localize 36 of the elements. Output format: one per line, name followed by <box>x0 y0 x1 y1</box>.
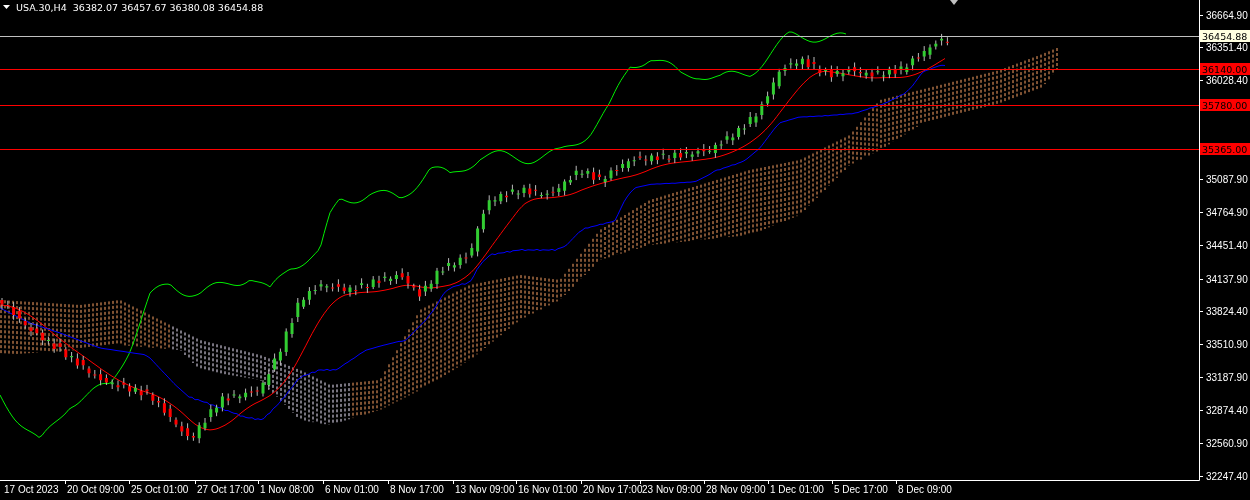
price-level-label: 35780.00 <box>1200 99 1250 111</box>
time-axis-label: 25 Oct 01:00 <box>131 484 189 495</box>
price-axis-label: 33187.90 <box>1206 372 1248 383</box>
price-axis-label: 32560.90 <box>1206 438 1248 449</box>
time-axis-label: 28 Nov 09:00 <box>706 484 766 495</box>
time-axis-label: 8 Dec 09:00 <box>898 484 952 495</box>
time-axis-label: 1 Nov 08:00 <box>260 484 314 495</box>
price-axis-label: 36664.90 <box>1206 10 1248 21</box>
price-axis-label: 32874.40 <box>1206 405 1248 416</box>
symbol-label: USA.30,H4 <box>16 2 67 13</box>
triangle-marker-icon <box>950 0 958 5</box>
time-axis-label: 17 Oct 2023 <box>4 484 59 495</box>
time-axis-label: 6 Nov 01:00 <box>325 484 379 495</box>
dropdown-triangle-icon[interactable] <box>3 5 10 9</box>
price-axis-label: 36351.40 <box>1206 42 1248 53</box>
current-price-label: 36454.88 <box>1200 30 1250 42</box>
price-axis-label: 36028.40 <box>1206 75 1248 86</box>
time-axis-label: 1 Dec 01:00 <box>770 484 824 495</box>
price-axis-label: 32247.40 <box>1206 471 1248 482</box>
price-axis-label: 33510.90 <box>1206 339 1248 350</box>
time-axis-label: 5 Dec 17:00 <box>834 484 888 495</box>
price-axis-label: 34137.90 <box>1206 274 1248 285</box>
time-axis-label: 27 Oct 17:00 <box>197 484 255 495</box>
price-axis-label: 35087.90 <box>1206 174 1248 185</box>
time-axis-label: 23 Nov 09:00 <box>642 484 702 495</box>
time-axis-label: 8 Nov 17:00 <box>390 484 444 495</box>
time-axis-label: 16 Nov 01:00 <box>518 484 578 495</box>
price-level-label: 35365.00 <box>1200 143 1250 155</box>
ohlc-values: 36382.07 36457.67 36380.08 36454.88 <box>72 2 264 13</box>
time-axis-label: 13 Nov 09:00 <box>455 484 515 495</box>
price-level-label: 36140.00 <box>1200 63 1250 75</box>
time-axis-label: 20 Oct 09:00 <box>67 484 125 495</box>
price-axis-label: 33824.40 <box>1206 306 1248 317</box>
time-axis-label: 20 Nov 17:00 <box>583 484 643 495</box>
price-axis-label: 34451.40 <box>1206 240 1248 251</box>
price-axis-label: 34764.90 <box>1206 207 1248 218</box>
